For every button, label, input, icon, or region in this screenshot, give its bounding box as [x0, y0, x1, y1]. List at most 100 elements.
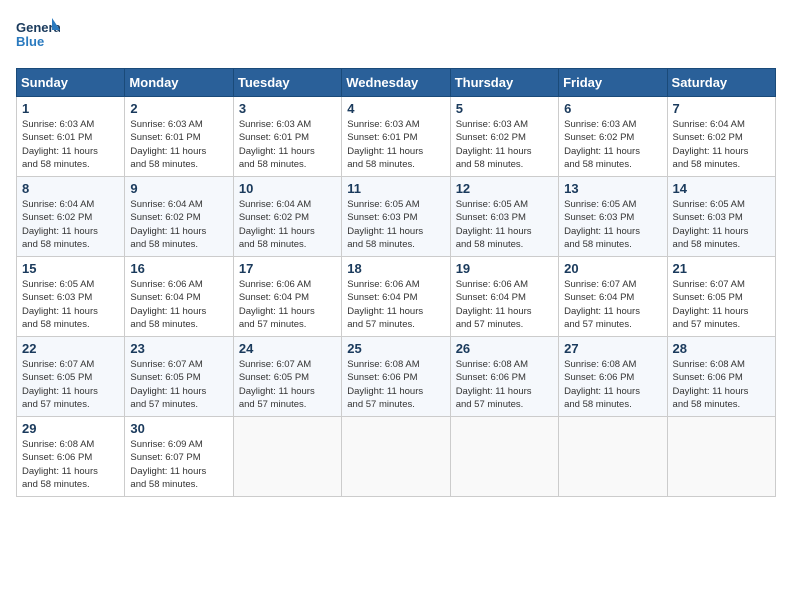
day-info: Sunrise: 6:08 AMSunset: 6:06 PMDaylight:…	[564, 358, 661, 411]
weekday-header: Wednesday	[342, 69, 450, 97]
calendar-day-cell: 11 Sunrise: 6:05 AMSunset: 6:03 PMDayligh…	[342, 177, 450, 257]
calendar-day-cell: 18 Sunrise: 6:06 AMSunset: 6:04 PMDayligh…	[342, 257, 450, 337]
calendar-day-cell: 17 Sunrise: 6:06 AMSunset: 6:04 PMDayligh…	[233, 257, 341, 337]
day-number: 21	[673, 261, 770, 276]
weekday-header: Thursday	[450, 69, 558, 97]
day-number: 30	[130, 421, 227, 436]
day-info: Sunrise: 6:07 AMSunset: 6:05 PMDaylight:…	[239, 358, 336, 411]
day-info: Sunrise: 6:05 AMSunset: 6:03 PMDaylight:…	[456, 198, 553, 251]
calendar-week-row: 1 Sunrise: 6:03 AMSunset: 6:01 PMDaylight…	[17, 97, 776, 177]
day-info: Sunrise: 6:07 AMSunset: 6:05 PMDaylight:…	[673, 278, 770, 331]
day-info: Sunrise: 6:04 AMSunset: 6:02 PMDaylight:…	[673, 118, 770, 171]
calendar-table: SundayMondayTuesdayWednesdayThursdayFrid…	[16, 68, 776, 497]
day-info: Sunrise: 6:03 AMSunset: 6:01 PMDaylight:…	[130, 118, 227, 171]
calendar-week-row: 29 Sunrise: 6:08 AMSunset: 6:06 PMDayligh…	[17, 417, 776, 497]
day-info: Sunrise: 6:03 AMSunset: 6:02 PMDaylight:…	[456, 118, 553, 171]
day-number: 15	[22, 261, 119, 276]
day-info: Sunrise: 6:08 AMSunset: 6:06 PMDaylight:…	[22, 438, 119, 491]
day-info: Sunrise: 6:07 AMSunset: 6:05 PMDaylight:…	[22, 358, 119, 411]
calendar-day-cell: 10 Sunrise: 6:04 AMSunset: 6:02 PMDayligh…	[233, 177, 341, 257]
day-info: Sunrise: 6:08 AMSunset: 6:06 PMDaylight:…	[347, 358, 444, 411]
calendar-day-cell: 21 Sunrise: 6:07 AMSunset: 6:05 PMDayligh…	[667, 257, 775, 337]
calendar-day-cell	[450, 417, 558, 497]
day-info: Sunrise: 6:07 AMSunset: 6:04 PMDaylight:…	[564, 278, 661, 331]
day-number: 13	[564, 181, 661, 196]
day-info: Sunrise: 6:06 AMSunset: 6:04 PMDaylight:…	[130, 278, 227, 331]
weekday-header: Saturday	[667, 69, 775, 97]
calendar-day-cell: 24 Sunrise: 6:07 AMSunset: 6:05 PMDayligh…	[233, 337, 341, 417]
day-info: Sunrise: 6:03 AMSunset: 6:01 PMDaylight:…	[239, 118, 336, 171]
day-number: 5	[456, 101, 553, 116]
calendar-day-cell	[342, 417, 450, 497]
calendar-day-cell: 1 Sunrise: 6:03 AMSunset: 6:01 PMDaylight…	[17, 97, 125, 177]
svg-text:Blue: Blue	[16, 34, 44, 49]
calendar-day-cell: 9 Sunrise: 6:04 AMSunset: 6:02 PMDaylight…	[125, 177, 233, 257]
calendar-day-cell: 20 Sunrise: 6:07 AMSunset: 6:04 PMDayligh…	[559, 257, 667, 337]
day-number: 25	[347, 341, 444, 356]
calendar-week-row: 15 Sunrise: 6:05 AMSunset: 6:03 PMDayligh…	[17, 257, 776, 337]
calendar-day-cell: 28Sunrise: 6:08 AMSunset: 6:06 PMDayligh…	[667, 337, 775, 417]
day-info: Sunrise: 6:03 AMSunset: 6:02 PMDaylight:…	[564, 118, 661, 171]
calendar-day-cell: 14 Sunrise: 6:05 AMSunset: 6:03 PMDayligh…	[667, 177, 775, 257]
day-info: Sunrise: 6:04 AMSunset: 6:02 PMDaylight:…	[22, 198, 119, 251]
calendar-day-cell: 6Sunrise: 6:03 AMSunset: 6:02 PMDaylight…	[559, 97, 667, 177]
day-number: 29	[22, 421, 119, 436]
day-info: Sunrise: 6:08 AMSunset: 6:06 PMDaylight:…	[673, 358, 770, 411]
logo-svg: General Blue	[16, 16, 60, 56]
day-info: Sunrise: 6:03 AMSunset: 6:01 PMDaylight:…	[347, 118, 444, 171]
day-info: Sunrise: 6:05 AMSunset: 6:03 PMDaylight:…	[22, 278, 119, 331]
calendar-day-cell: 30 Sunrise: 6:09 AMSunset: 6:07 PMDayligh…	[125, 417, 233, 497]
day-info: Sunrise: 6:05 AMSunset: 6:03 PMDaylight:…	[347, 198, 444, 251]
day-number: 16	[130, 261, 227, 276]
day-info: Sunrise: 6:08 AMSunset: 6:06 PMDaylight:…	[456, 358, 553, 411]
calendar-day-cell: 16 Sunrise: 6:06 AMSunset: 6:04 PMDayligh…	[125, 257, 233, 337]
day-number: 19	[456, 261, 553, 276]
calendar-header-row: SundayMondayTuesdayWednesdayThursdayFrid…	[17, 69, 776, 97]
day-info: Sunrise: 6:04 AMSunset: 6:02 PMDaylight:…	[239, 198, 336, 251]
day-number: 10	[239, 181, 336, 196]
calendar-day-cell	[233, 417, 341, 497]
day-number: 11	[347, 181, 444, 196]
calendar-day-cell: 5 Sunrise: 6:03 AMSunset: 6:02 PMDaylight…	[450, 97, 558, 177]
calendar-day-cell: 23Sunrise: 6:07 AMSunset: 6:05 PMDayligh…	[125, 337, 233, 417]
day-info: Sunrise: 6:06 AMSunset: 6:04 PMDaylight:…	[239, 278, 336, 331]
day-info: Sunrise: 6:06 AMSunset: 6:04 PMDaylight:…	[347, 278, 444, 331]
day-number: 4	[347, 101, 444, 116]
calendar-day-cell: 27 Sunrise: 6:08 AMSunset: 6:06 PMDayligh…	[559, 337, 667, 417]
calendar-day-cell: 4 Sunrise: 6:03 AMSunset: 6:01 PMDaylight…	[342, 97, 450, 177]
day-number: 18	[347, 261, 444, 276]
day-number: 14	[673, 181, 770, 196]
calendar-week-row: 22Sunrise: 6:07 AMSunset: 6:05 PMDayligh…	[17, 337, 776, 417]
calendar-day-cell: 3 Sunrise: 6:03 AMSunset: 6:01 PMDaylight…	[233, 97, 341, 177]
day-number: 9	[130, 181, 227, 196]
day-info: Sunrise: 6:07 AMSunset: 6:05 PMDaylight:…	[130, 358, 227, 411]
calendar-day-cell: 2 Sunrise: 6:03 AMSunset: 6:01 PMDaylight…	[125, 97, 233, 177]
logo: General Blue	[16, 16, 60, 56]
day-info: Sunrise: 6:05 AMSunset: 6:03 PMDaylight:…	[673, 198, 770, 251]
day-info: Sunrise: 6:09 AMSunset: 6:07 PMDaylight:…	[130, 438, 227, 491]
calendar-day-cell: 7Sunrise: 6:04 AMSunset: 6:02 PMDaylight…	[667, 97, 775, 177]
day-info: Sunrise: 6:04 AMSunset: 6:02 PMDaylight:…	[130, 198, 227, 251]
page-header: General Blue	[16, 16, 776, 56]
day-number: 3	[239, 101, 336, 116]
day-number: 24	[239, 341, 336, 356]
calendar-day-cell: 29 Sunrise: 6:08 AMSunset: 6:06 PMDayligh…	[17, 417, 125, 497]
calendar-week-row: 8Sunrise: 6:04 AMSunset: 6:02 PMDaylight…	[17, 177, 776, 257]
weekday-header: Sunday	[17, 69, 125, 97]
weekday-header: Monday	[125, 69, 233, 97]
calendar-day-cell: 22Sunrise: 6:07 AMSunset: 6:05 PMDayligh…	[17, 337, 125, 417]
day-number: 17	[239, 261, 336, 276]
calendar-day-cell: 15 Sunrise: 6:05 AMSunset: 6:03 PMDayligh…	[17, 257, 125, 337]
day-number: 26	[456, 341, 553, 356]
weekday-header: Friday	[559, 69, 667, 97]
day-number: 20	[564, 261, 661, 276]
day-number: 2	[130, 101, 227, 116]
calendar-day-cell: 13 Sunrise: 6:05 AMSunset: 6:03 PMDayligh…	[559, 177, 667, 257]
calendar-day-cell: 12Sunrise: 6:05 AMSunset: 6:03 PMDayligh…	[450, 177, 558, 257]
day-info: Sunrise: 6:05 AMSunset: 6:03 PMDaylight:…	[564, 198, 661, 251]
calendar-day-cell: 25 Sunrise: 6:08 AMSunset: 6:06 PMDayligh…	[342, 337, 450, 417]
day-info: Sunrise: 6:03 AMSunset: 6:01 PMDaylight:…	[22, 118, 119, 171]
day-info: Sunrise: 6:06 AMSunset: 6:04 PMDaylight:…	[456, 278, 553, 331]
day-number: 27	[564, 341, 661, 356]
day-number: 1	[22, 101, 119, 116]
